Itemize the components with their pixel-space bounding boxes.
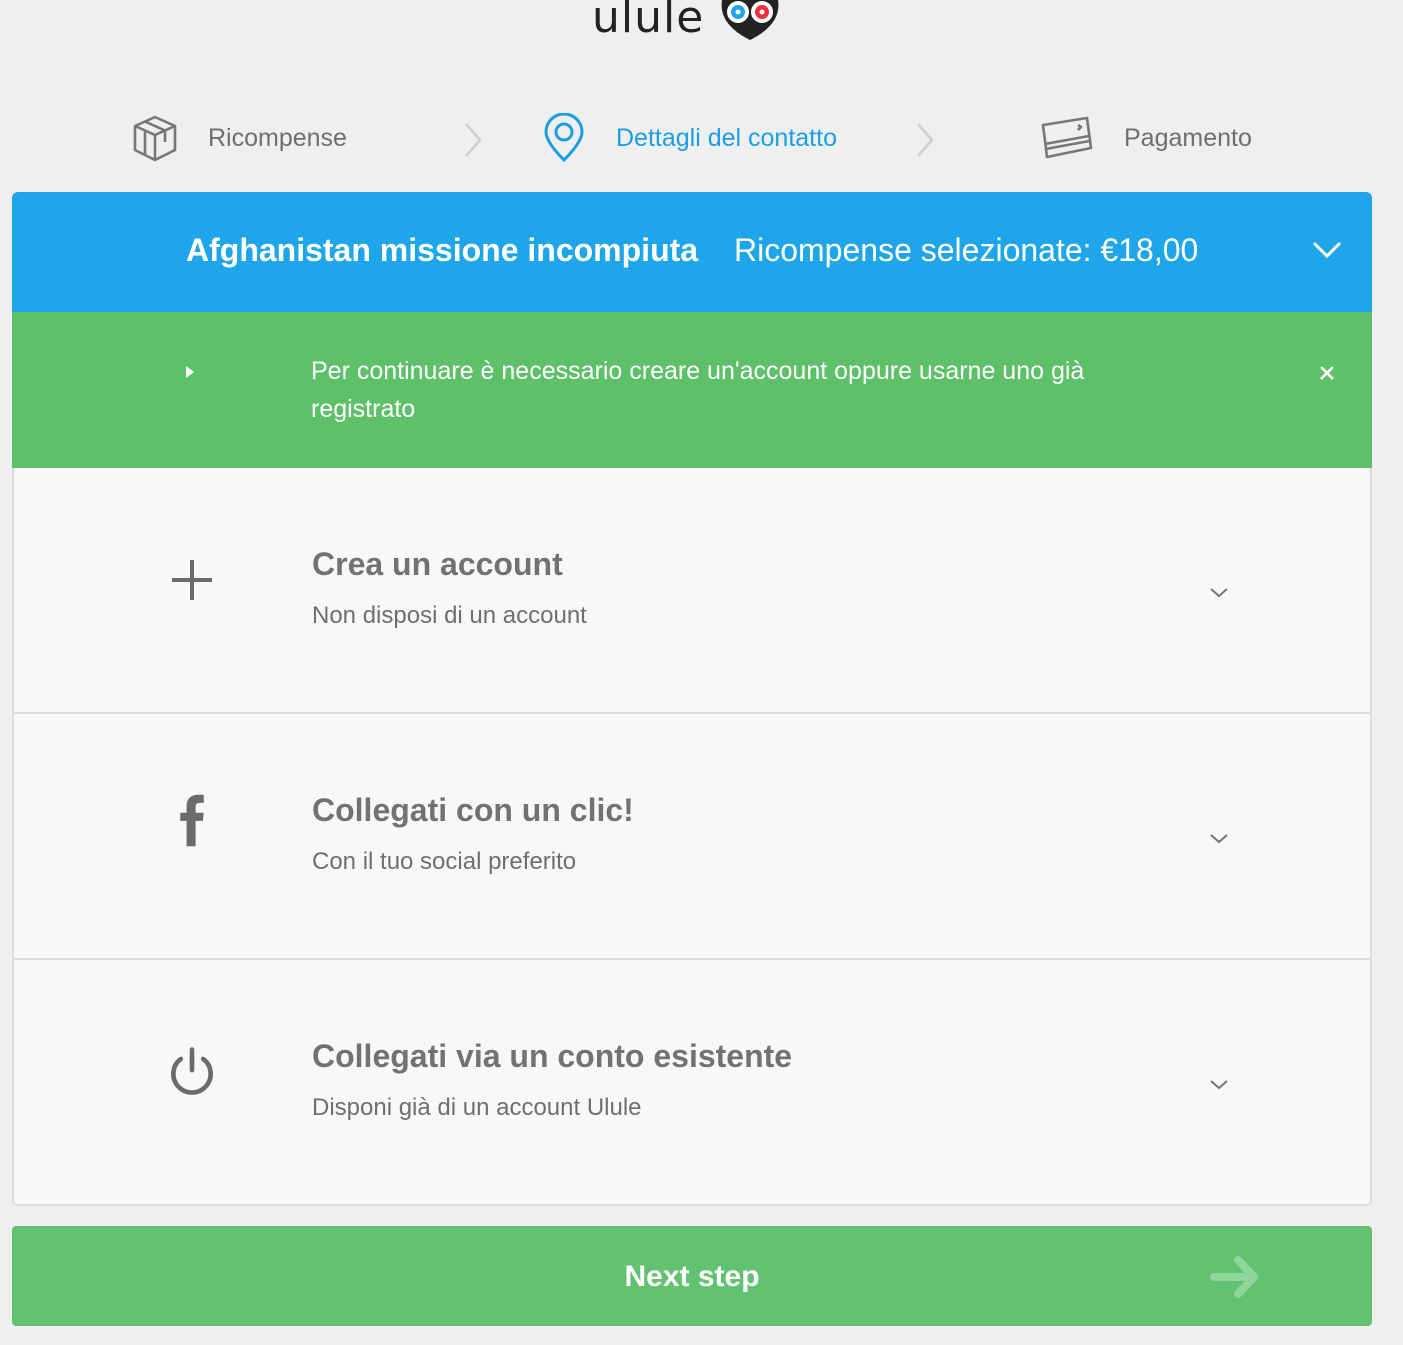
login-options: Crea un account Non disposi di un accoun… bbox=[12, 468, 1372, 1206]
step-dettagli-contatto[interactable]: Dettagli del contatto bbox=[542, 108, 837, 168]
power-icon bbox=[171, 1047, 213, 1095]
ulule-logo[interactable]: ulule bbox=[592, 0, 782, 46]
option-title: Collegati via un conto esistente bbox=[312, 1038, 793, 1074]
caret-right-icon bbox=[186, 366, 194, 378]
chevron-right-icon bbox=[917, 123, 934, 157]
plus-icon bbox=[172, 560, 212, 600]
chevron-down-icon[interactable] bbox=[1208, 586, 1230, 600]
step-label: Ricompense bbox=[208, 123, 347, 152]
package-icon bbox=[133, 115, 177, 162]
option-subtitle: Disponi già di un account Ulule bbox=[312, 1094, 642, 1121]
step-pagamento[interactable]: Pagamento bbox=[1040, 108, 1252, 168]
chevron-down-icon[interactable] bbox=[1208, 832, 1230, 846]
option-subtitle: Non disposi di un account bbox=[312, 602, 587, 629]
option-subtitle: Con il tuo social preferito bbox=[312, 848, 577, 875]
chevron-down-icon[interactable] bbox=[1208, 1078, 1230, 1092]
option-create-account[interactable]: Crea un account Non disposi di un accoun… bbox=[14, 468, 1370, 714]
arrow-right-icon bbox=[1210, 1256, 1258, 1298]
account-required-notice: Per continuare è necessario creare un'ac… bbox=[12, 312, 1372, 468]
project-title: Afghanistan missione incompiuta bbox=[186, 232, 699, 268]
project-banner[interactable]: Afghanistan missione incompiuta Ricompen… bbox=[12, 192, 1372, 312]
option-title: Collegati con un clic! bbox=[312, 792, 634, 828]
location-pin-icon bbox=[544, 113, 584, 163]
option-social-login[interactable]: Collegati con un clic! Con il tuo social… bbox=[14, 714, 1370, 960]
facebook-icon bbox=[180, 794, 204, 847]
notice-text: Per continuare è necessario creare un'ac… bbox=[311, 357, 1085, 423]
brand-name: ulule bbox=[592, 0, 705, 43]
next-step-label: Next step bbox=[624, 1260, 760, 1293]
option-existing-account[interactable]: Collegati via un conto esistente Disponi… bbox=[14, 960, 1370, 1204]
step-label: Pagamento bbox=[1124, 123, 1252, 152]
step-ricompense[interactable]: Ricompense bbox=[132, 108, 347, 168]
close-icon[interactable] bbox=[1318, 364, 1336, 382]
credit-card-icon bbox=[1041, 116, 1093, 159]
chevron-right-icon bbox=[465, 123, 482, 157]
option-title: Crea un account bbox=[312, 546, 563, 582]
chevron-down-icon[interactable] bbox=[1312, 240, 1342, 260]
next-step-button[interactable]: Next step bbox=[12, 1226, 1372, 1326]
contact-details-card: Afghanistan missione incompiuta Ricompen… bbox=[12, 192, 1372, 1206]
step-label: Dettagli del contatto bbox=[616, 123, 837, 152]
checkout-steps: Ricompense Dettagli del contatto Pagamen… bbox=[0, 108, 1403, 168]
reward-summary: Ricompense selezionate: €18,00 bbox=[734, 232, 1199, 268]
owl-logo-icon bbox=[721, 0, 779, 40]
